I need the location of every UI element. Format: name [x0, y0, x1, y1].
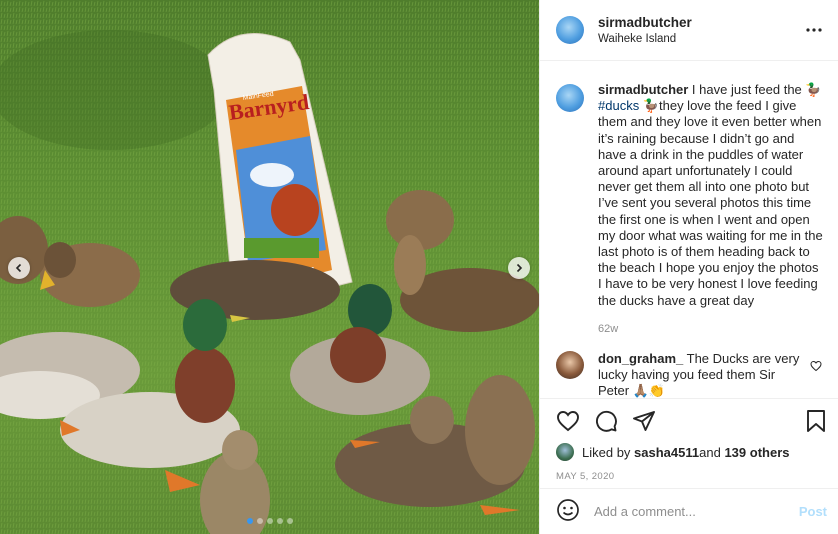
commenter-username[interactable]: don_graham_ — [598, 351, 683, 366]
likes-prefix: Liked by — [582, 444, 631, 460]
comments-section[interactable]: sirmadbutcher I have just feed the 🦆 #du… — [540, 61, 838, 398]
caption-text-before: I have just feed the 🦆 — [688, 82, 822, 97]
post-photo[interactable]: Barnyrd MainFeed at — [0, 0, 539, 534]
likes-mid: and — [699, 444, 721, 460]
smiley-icon — [557, 499, 579, 521]
bookmark-icon — [807, 410, 825, 432]
comment-item: don_graham_ The Ducks are very lucky hav… — [556, 351, 824, 398]
instagram-post: Barnyrd MainFeed at — [0, 0, 838, 534]
paper-plane-icon — [633, 411, 655, 431]
carousel-dot — [276, 518, 283, 524]
more-options-button[interactable] — [804, 20, 824, 40]
carousel-prev-button[interactable] — [8, 257, 30, 279]
caption-username[interactable]: sirmadbutcher — [598, 82, 688, 97]
heart-outline-icon — [810, 361, 822, 372]
comment-bubble-icon — [596, 410, 617, 432]
carousel-dot — [266, 518, 273, 524]
post-actions: Liked by sasha4511 and 139 others MAY 5,… — [540, 398, 838, 482]
caption-text-after: 🦆they love the feed I give them and they… — [598, 98, 823, 308]
caption-avatar[interactable] — [556, 84, 584, 112]
author-username[interactable]: sirmadbutcher — [598, 15, 804, 30]
carousel-indicator — [0, 518, 539, 524]
post-header: sirmadbutcher Waiheke Island — [540, 0, 838, 61]
caption-body: sirmadbutcher I have just feed the 🦆 #du… — [598, 82, 824, 337]
chevron-left-icon — [15, 263, 22, 273]
liker-username[interactable]: sasha4511 — [634, 445, 699, 460]
hashtag-link[interactable]: #ducks — [598, 98, 639, 113]
share-button[interactable] — [632, 409, 656, 433]
carousel-dot — [246, 518, 253, 524]
comment-button[interactable] — [594, 409, 618, 433]
like-comment-button[interactable] — [810, 359, 822, 375]
likes-count-link[interactable]: 139 others — [724, 445, 789, 460]
likes-summary: Liked by sasha4511 and 139 others — [540, 443, 838, 461]
post-comment-button[interactable]: Post — [799, 504, 827, 519]
action-icons — [540, 399, 838, 443]
post-side-panel: sirmadbutcher Waiheke Island sirmadbutch… — [539, 0, 838, 534]
heart-icon — [557, 411, 579, 432]
author-meta: sirmadbutcher Waiheke Island — [598, 15, 804, 45]
post-location[interactable]: Waiheke Island — [598, 33, 804, 45]
carousel-next-button[interactable] — [508, 257, 530, 279]
comment-input[interactable] — [594, 504, 799, 519]
author-avatar[interactable] — [556, 16, 584, 44]
carousel-dot — [256, 518, 263, 524]
ellipsis-icon — [806, 28, 822, 32]
comment-body: don_graham_ The Ducks are very lucky hav… — [598, 351, 808, 398]
like-button[interactable] — [556, 409, 580, 433]
liker-avatar[interactable] — [556, 443, 574, 461]
chevron-right-icon — [516, 263, 523, 273]
commenter-avatar[interactable] — [556, 351, 584, 380]
duck-photo-illustration: Barnyrd MainFeed at — [0, 0, 539, 534]
save-button[interactable] — [805, 409, 827, 433]
emoji-button[interactable] — [556, 498, 580, 525]
add-comment-form: Post — [540, 488, 838, 534]
caption-age: 62w — [598, 322, 619, 335]
post-date[interactable]: MAY 5, 2020 — [540, 471, 838, 482]
carousel-dot — [286, 518, 293, 524]
post-caption: sirmadbutcher I have just feed the 🦆 #du… — [556, 82, 824, 337]
